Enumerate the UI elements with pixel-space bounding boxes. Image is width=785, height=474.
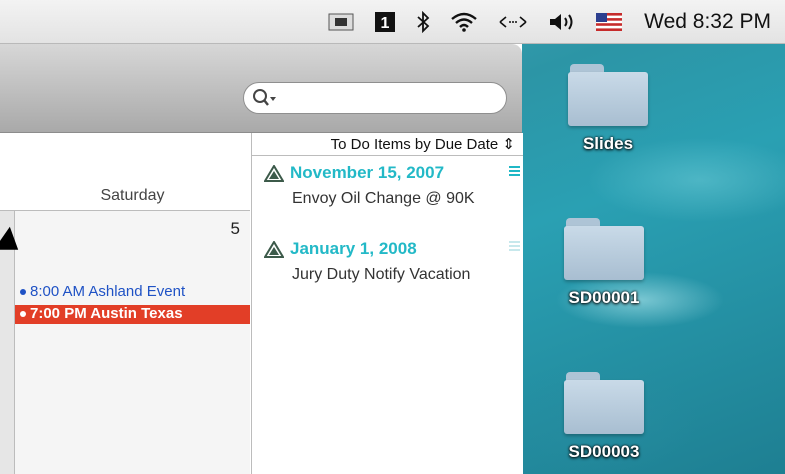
todo-sort-header[interactable]: To Do Items by Due Date ⇕	[252, 133, 523, 156]
folder-icon	[564, 372, 644, 434]
day-header: Saturday	[0, 133, 250, 210]
warning-triangle-icon	[264, 164, 284, 182]
folder-icon	[568, 64, 648, 126]
svg-text:1: 1	[381, 15, 390, 32]
menubar-clock[interactable]: Wed 8:32 PM	[644, 10, 771, 34]
priority-low-icon[interactable]	[509, 241, 520, 253]
day-view: Saturday 5 8:00 AM Ashland Event 7:00 PM…	[0, 133, 250, 474]
todo-panel: To Do Items by Due Date ⇕ November 15, 2…	[251, 133, 523, 474]
event-label: 8:00 AM Ashland Event	[30, 283, 186, 300]
window-toolbar	[0, 44, 522, 133]
wifi-icon[interactable]	[450, 11, 478, 33]
calendar-event-selected[interactable]: 7:00 PM Austin Texas	[15, 305, 250, 324]
folder-label: SD00001	[568, 288, 640, 307]
event-dot-icon	[20, 289, 26, 296]
volume-icon[interactable]	[548, 11, 576, 33]
todo-header-label: To Do Items by Due Date	[330, 136, 499, 153]
event-dot-icon	[20, 311, 26, 318]
todo-date-label: January 1, 2008	[290, 239, 417, 258]
drive-icon[interactable]	[328, 12, 354, 32]
bluetooth-icon[interactable]	[416, 10, 430, 33]
search-field[interactable]	[243, 82, 507, 114]
day-number: 5	[230, 219, 240, 238]
desktop-folder-sd00001[interactable]: SD00001	[549, 218, 659, 308]
folder-icon	[564, 218, 644, 280]
folder-label: SD00003	[568, 442, 640, 461]
desktop-folder-slides[interactable]: Slides	[553, 64, 663, 154]
folder-label: Slides	[582, 134, 634, 153]
sync-icon[interactable]	[498, 15, 528, 29]
desktop-folder-sd00003[interactable]: SD00003	[549, 372, 659, 462]
calendar-event[interactable]: 8:00 AM Ashland Event	[20, 283, 185, 300]
sort-updown-icon: ⇕	[502, 136, 515, 153]
todo-date[interactable]: November 15, 2007	[264, 163, 444, 183]
todo-item-text[interactable]: Envoy Oil Change @ 90K	[292, 187, 492, 210]
day-cell[interactable]: 5	[15, 211, 250, 474]
event-label: 7:00 PM Austin Texas	[30, 305, 183, 322]
todo-date[interactable]: January 1, 2008	[264, 239, 417, 259]
todo-item-text[interactable]: Jury Duty Notify Vacation	[292, 263, 492, 286]
todo-date-label: November 15, 2007	[290, 163, 445, 182]
spaces-icon[interactable]: 1	[374, 11, 396, 33]
search-input[interactable]	[278, 88, 502, 110]
us-flag-icon[interactable]	[596, 12, 623, 31]
warning-triangle-icon	[264, 240, 284, 258]
calendar-window: Saturday 5 8:00 AM Ashland Event 7:00 PM…	[0, 44, 523, 474]
day-name: Saturday	[100, 187, 165, 204]
search-icon[interactable]	[252, 88, 278, 113]
priority-high-icon[interactable]	[509, 166, 520, 178]
menu-bar: 1 Wed 8:32 PM	[0, 0, 785, 44]
